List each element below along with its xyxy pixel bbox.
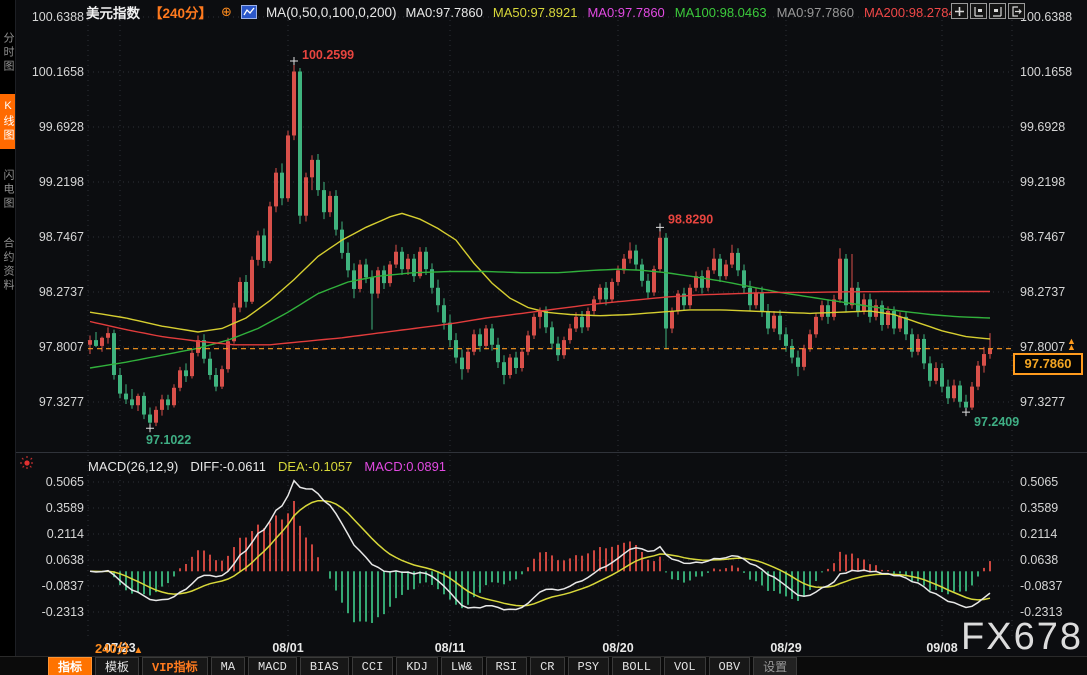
svg-text:97.1022: 97.1022 [146, 433, 191, 447]
plus-circle-icon[interactable]: ⊕ [221, 4, 232, 20]
toolbar-button-LW&[interactable]: LW& [441, 657, 483, 675]
svg-text:98.2737: 98.2737 [1020, 285, 1065, 299]
period-label: 【240分】 [149, 2, 212, 22]
svg-text:0.0638: 0.0638 [1020, 553, 1058, 567]
svg-text:100.2599: 100.2599 [302, 48, 354, 62]
toolbar-button-CCI[interactable]: CCI [352, 657, 394, 675]
svg-text:08/29: 08/29 [770, 641, 801, 655]
toolbar-button-RSI[interactable]: RSI [486, 657, 528, 675]
toolbar-button-VIP指标[interactable]: VIP指标 [142, 657, 208, 675]
toolbar-button-KDJ[interactable]: KDJ [396, 657, 438, 675]
svg-text:0.5065: 0.5065 [46, 475, 84, 489]
svg-text:08/20: 08/20 [602, 641, 633, 655]
record-indicator-icon[interactable] [19, 455, 35, 476]
ma-value-label: MA100:98.0463 [675, 5, 767, 20]
toolbar-button-BIAS[interactable]: BIAS [300, 657, 349, 675]
chart-canvas[interactable]: 100.2599 97.1022 98.8290 97.2409 100.6388 100… [0, 0, 1087, 675]
ma-value-label: MA50:97.8921 [493, 5, 578, 20]
toolbar-button-OBV[interactable]: OBV [709, 657, 751, 675]
sidebar-tab-1[interactable]: K线图 [0, 94, 15, 149]
toolbar-button-CR[interactable]: CR [530, 657, 564, 675]
svg-text:98.2737: 98.2737 [39, 285, 84, 299]
macd-diff-value: DIFF:-0.0611 [190, 459, 266, 474]
current-price-tag: 97.7860 [1013, 353, 1083, 375]
svg-text:09/08: 09/08 [926, 641, 957, 655]
svg-text:97.3277: 97.3277 [1020, 395, 1065, 409]
svg-text:100.1658: 100.1658 [32, 65, 84, 79]
ma-settings-label: MA(0,50,0,100,0,200) [266, 5, 397, 20]
svg-text:-0.0837: -0.0837 [1020, 579, 1062, 593]
toolbar-button-模板[interactable]: 模板 [95, 657, 139, 675]
svg-text:100.6388: 100.6388 [32, 10, 84, 24]
svg-text:98.7467: 98.7467 [1020, 230, 1065, 244]
price-alert-icon[interactable]: ▲▲ [1067, 338, 1076, 350]
toolbar-button-PSY[interactable]: PSY [568, 657, 610, 675]
trading-app-window: 100.2599 97.1022 98.8290 97.2409 100.6388 100… [0, 0, 1087, 675]
footer-period[interactable]: 240分 ▲ [95, 638, 143, 657]
chart-type-sidebar: 分时图 K线图闪电图合约资料 [0, 0, 16, 675]
svg-text:97.8007: 97.8007 [1020, 340, 1065, 354]
ma-values: MA0:97.7860 MA50:97.8921 MA0:97.7860 MA100:… [406, 5, 966, 20]
exit-chart-icon[interactable] [1008, 3, 1025, 19]
zoom-axis-left-icon[interactable] [970, 3, 987, 19]
svg-text:08/11: 08/11 [435, 641, 466, 655]
toolbar-button-BOLL[interactable]: BOLL [612, 657, 661, 675]
svg-text:-0.2313: -0.2313 [42, 605, 84, 619]
watermark: FX678 [961, 616, 1083, 659]
ma-value-label: MA0:97.7860 [406, 5, 483, 20]
indicator-toolbar: 指标模板VIP指标MAMACDBIASCCIKDJLW&RSICRPSYBOLL… [0, 656, 1087, 675]
svg-text:99.6928: 99.6928 [39, 120, 84, 134]
ma-value-label: MA200:98.2784 [864, 5, 956, 20]
toolbar-button-设置[interactable]: 设置 [753, 657, 797, 675]
ma-value-label: MA0:97.7860 [587, 5, 664, 20]
svg-text:97.3277: 97.3277 [39, 395, 84, 409]
svg-text:98.8290: 98.8290 [668, 212, 713, 226]
svg-text:-0.0837: -0.0837 [42, 579, 84, 593]
svg-text:99.2198: 99.2198 [1020, 175, 1065, 189]
indicator-chart-icon[interactable] [241, 5, 257, 19]
toolbar-button-MA[interactable]: MA [211, 657, 245, 675]
svg-text:0.2114: 0.2114 [1020, 527, 1057, 541]
svg-text:99.2198: 99.2198 [39, 175, 84, 189]
svg-text:0.0638: 0.0638 [46, 553, 84, 567]
up-triangle-icon: ▲ [133, 645, 143, 656]
macd-header: MACD(26,12,9) DIFF:-0.0611 DEA:-0.1057 M… [88, 459, 446, 474]
svg-text:97.2409: 97.2409 [974, 415, 1019, 429]
ma-value-label: MA0:97.7860 [777, 5, 854, 20]
sidebar-tab-0[interactable]: 分时图 [0, 26, 15, 80]
svg-text:100.6388: 100.6388 [1020, 10, 1072, 24]
chart-tool-buttons [951, 3, 1025, 19]
sidebar-tab-2[interactable]: 闪电图 [0, 163, 15, 217]
toolbar-button-MACD[interactable]: MACD [248, 657, 297, 675]
macd-dea-value: DEA:-0.1057 [278, 459, 352, 474]
toolbar-button-指标[interactable]: 指标 [48, 657, 92, 675]
svg-text:98.7467: 98.7467 [39, 230, 84, 244]
macd-formula-label: MACD(26,12,9) [88, 459, 178, 474]
toolbar-button-VOL[interactable]: VOL [664, 657, 706, 675]
svg-text:0.3589: 0.3589 [46, 501, 84, 515]
chart-header: 美元指数 【240分】 ⊕ MA(0,50,0,100,0,200) MA0:9… [86, 2, 966, 22]
svg-text:0.5065: 0.5065 [1020, 475, 1058, 489]
svg-text:97.8007: 97.8007 [39, 340, 84, 354]
svg-text:99.6928: 99.6928 [1020, 120, 1065, 134]
zoom-axis-right-icon[interactable] [989, 3, 1006, 19]
svg-text:100.1658: 100.1658 [1020, 65, 1072, 79]
macd-macd-value: MACD:0.0891 [364, 459, 446, 474]
sidebar-tab-3[interactable]: 合约资料 [0, 231, 15, 299]
symbol-name: 美元指数 [86, 2, 140, 22]
svg-text:0.3589: 0.3589 [1020, 501, 1058, 515]
move-tool-icon[interactable] [951, 3, 968, 19]
svg-text:0.2114: 0.2114 [47, 527, 84, 541]
svg-text:08/01: 08/01 [272, 641, 303, 655]
